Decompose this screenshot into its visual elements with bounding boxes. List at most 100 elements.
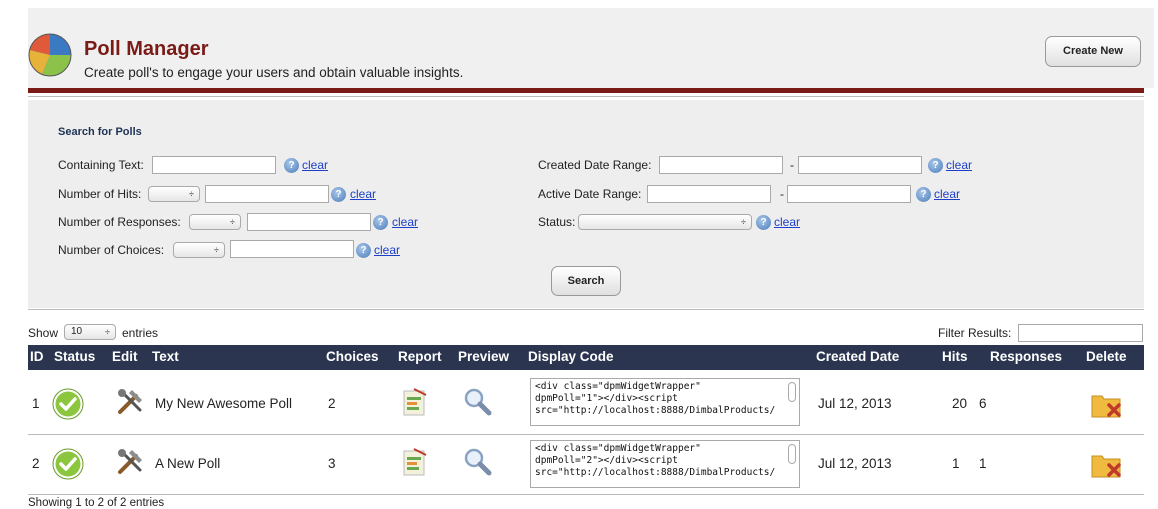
page-header: Poll Manager Create poll's to engage you… bbox=[28, 8, 1154, 88]
hits-value: 20 bbox=[952, 396, 968, 411]
search-button[interactable]: Search bbox=[551, 266, 621, 296]
header-divider bbox=[28, 88, 1144, 93]
col-header[interactable]: Hits bbox=[942, 349, 968, 364]
active-date-to-input[interactable] bbox=[787, 185, 911, 203]
display-code-text: <div class="dpmWidgetWrapper" dpmPoll="2… bbox=[535, 443, 776, 478]
page-title: Poll Manager bbox=[84, 38, 209, 60]
active-check-icon[interactable] bbox=[52, 448, 84, 480]
report-icon[interactable] bbox=[402, 447, 428, 477]
show-label: Show bbox=[28, 326, 59, 340]
hits-operator-select[interactable]: ÷ bbox=[148, 186, 200, 202]
scrollbar[interactable] bbox=[788, 444, 796, 464]
delete-folder-icon[interactable] bbox=[1090, 450, 1124, 480]
number-of-hits-label: Number of Hits: bbox=[58, 187, 142, 201]
entries-select[interactable]: 10 ÷ bbox=[64, 324, 116, 340]
active-date-range-label: Active Date Range: bbox=[538, 187, 642, 201]
created-date: Jul 12, 2013 bbox=[818, 456, 892, 471]
clear-containing-text-link[interactable]: clear bbox=[302, 158, 328, 172]
number-of-responses-label: Number of Responses: bbox=[58, 215, 181, 229]
divider bbox=[28, 96, 1144, 97]
table-info: Showing 1 to 2 of 2 entries bbox=[28, 497, 165, 509]
status-select[interactable]: ÷ bbox=[578, 214, 752, 230]
number-of-choices-label: Number of Choices: bbox=[58, 243, 165, 257]
filter-input[interactable] bbox=[1018, 324, 1143, 342]
help-icon[interactable]: ? bbox=[928, 158, 943, 173]
preview-magnifier-icon[interactable] bbox=[462, 386, 492, 416]
divider bbox=[28, 309, 1144, 310]
clear-choices-link[interactable]: clear bbox=[374, 243, 400, 257]
help-icon[interactable]: ? bbox=[373, 215, 388, 230]
choices-operator-select[interactable]: ÷ bbox=[173, 242, 225, 258]
help-icon[interactable]: ? bbox=[916, 187, 931, 202]
entries-length-control: Show 10 ÷ entries bbox=[28, 324, 158, 340]
col-header[interactable]: Report bbox=[398, 349, 442, 364]
responses-input[interactable] bbox=[247, 213, 371, 231]
edit-tools-icon[interactable] bbox=[114, 386, 146, 418]
help-icon[interactable]: ? bbox=[356, 243, 371, 258]
row-id: 2 bbox=[32, 456, 40, 471]
active-date-from-input[interactable] bbox=[647, 185, 771, 203]
poll-text: My New Awesome Poll bbox=[155, 396, 293, 411]
display-code-textarea[interactable]: <div class="dpmWidgetWrapper" dpmPoll="2… bbox=[530, 440, 800, 488]
select-arrows-icon: ÷ bbox=[214, 245, 219, 255]
entries-label: entries bbox=[122, 326, 159, 340]
poll-choices: 2 bbox=[328, 396, 336, 411]
table-header: ID Status Edit Text Choices Report Previ… bbox=[28, 345, 1144, 370]
active-check-icon[interactable] bbox=[52, 388, 84, 420]
display-code-textarea[interactable]: <div class="dpmWidgetWrapper" dpmPoll="1… bbox=[530, 378, 800, 426]
col-header[interactable]: Responses bbox=[990, 349, 1062, 364]
search-heading: Search for Polls bbox=[58, 126, 142, 138]
containing-text-label: Containing Text: bbox=[58, 158, 144, 172]
help-icon[interactable]: ? bbox=[331, 187, 346, 202]
row-divider bbox=[28, 434, 1144, 435]
col-header[interactable]: ID bbox=[30, 349, 44, 364]
pie-chart-logo-icon bbox=[28, 33, 72, 77]
select-arrows-icon: ÷ bbox=[105, 327, 110, 337]
row-divider bbox=[28, 494, 1144, 495]
help-icon[interactable]: ? bbox=[756, 215, 771, 230]
poll-choices: 3 bbox=[328, 456, 336, 471]
select-arrows-icon: ÷ bbox=[189, 189, 194, 199]
col-header[interactable]: Edit bbox=[112, 349, 138, 364]
preview-magnifier-icon[interactable] bbox=[462, 446, 492, 476]
page-subtitle: Create poll's to engage your users and o… bbox=[84, 65, 464, 80]
col-header[interactable]: Delete bbox=[1086, 349, 1127, 364]
clear-hits-link[interactable]: clear bbox=[350, 187, 376, 201]
hits-value: 1 bbox=[952, 456, 960, 471]
select-arrows-icon: ÷ bbox=[230, 217, 235, 227]
hits-input[interactable] bbox=[205, 185, 329, 203]
col-header[interactable]: Preview bbox=[458, 349, 509, 364]
table-row: 2 A New Poll 3 <div class="dpmWidgetWrap… bbox=[28, 436, 1144, 498]
date-separator: - bbox=[790, 158, 794, 172]
col-header[interactable]: Created Date bbox=[816, 349, 899, 364]
responses-value: 1 bbox=[979, 456, 987, 471]
clear-status-link[interactable]: clear bbox=[774, 215, 800, 229]
clear-created-date-link[interactable]: clear bbox=[946, 158, 972, 172]
col-header[interactable]: Display Code bbox=[528, 349, 614, 364]
col-header[interactable]: Choices bbox=[326, 349, 379, 364]
scrollbar[interactable] bbox=[788, 382, 796, 402]
table-row: 1 My New Awesome Poll 2 <div class="dpmW… bbox=[28, 372, 1144, 434]
report-icon[interactable] bbox=[402, 387, 428, 417]
display-code-text: <div class="dpmWidgetWrapper" dpmPoll="1… bbox=[535, 381, 776, 416]
col-header[interactable]: Text bbox=[152, 349, 179, 364]
col-header[interactable]: Status bbox=[54, 349, 95, 364]
entries-select-value: 10 bbox=[71, 326, 83, 337]
created-date-range-label: Created Date Range: bbox=[538, 158, 652, 172]
clear-responses-link[interactable]: clear bbox=[392, 215, 418, 229]
choices-input[interactable] bbox=[230, 240, 354, 258]
edit-tools-icon[interactable] bbox=[114, 446, 146, 478]
containing-text-input[interactable] bbox=[152, 156, 276, 174]
status-label: Status: bbox=[538, 215, 576, 229]
created-date-from-input[interactable] bbox=[659, 156, 783, 174]
poll-manager-page: Poll Manager Create poll's to engage you… bbox=[0, 0, 1158, 509]
select-arrows-icon: ÷ bbox=[741, 217, 746, 227]
created-date: Jul 12, 2013 bbox=[818, 396, 892, 411]
date-separator: - bbox=[780, 187, 784, 201]
responses-operator-select[interactable]: ÷ bbox=[189, 214, 241, 230]
created-date-to-input[interactable] bbox=[798, 156, 922, 174]
create-new-button[interactable]: Create New bbox=[1045, 36, 1141, 67]
delete-folder-icon[interactable] bbox=[1090, 390, 1124, 420]
clear-active-date-link[interactable]: clear bbox=[934, 187, 960, 201]
help-icon[interactable]: ? bbox=[284, 158, 299, 173]
